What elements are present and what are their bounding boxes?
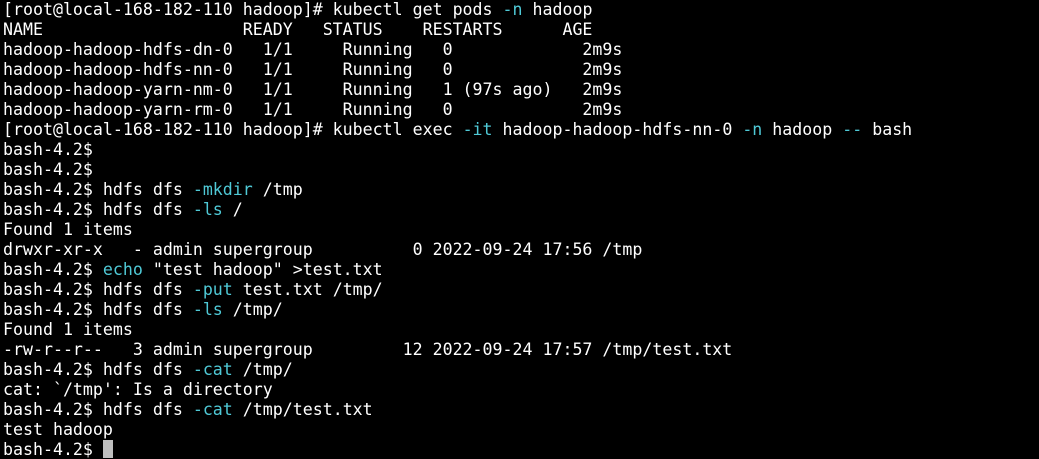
command-flag: -- [842, 120, 863, 139]
terminal-line: bash-4.2$ hdfs dfs -mkdir /tmp [3, 180, 1039, 200]
terminal-text: Found 1 items [3, 320, 133, 339]
terminal-text: hadoop-hadoop-yarn-rm-0 1/1 Running 0 2m… [3, 100, 623, 119]
terminal-text: bash-4.2$ [3, 440, 103, 459]
terminal-line: bash-4.2$ [3, 140, 1039, 160]
terminal-text: hadoop [522, 0, 593, 19]
command-flag: -n [502, 0, 523, 19]
terminal-line: bash-4.2$ [3, 160, 1039, 180]
terminal-line: Found 1 items [3, 320, 1039, 340]
terminal-line: bash-4.2$ hdfs dfs -put test.txt /tmp/ [3, 280, 1039, 300]
terminal-text: bash [862, 120, 913, 139]
terminal-text: /tmp/ [232, 360, 293, 379]
terminal-line: bash-4.2$ hdfs dfs -cat /tmp/ [3, 360, 1039, 380]
terminal-line: cat: `/tmp': Is a directory [3, 380, 1039, 400]
terminal-text: NAME READY STATUS RESTARTS AGE [3, 20, 593, 39]
terminal-text: bash-4.2$ hdfs dfs [3, 360, 193, 379]
command-flag: -ls [192, 200, 223, 219]
terminal-line: NAME READY STATUS RESTARTS AGE [3, 20, 1039, 40]
terminal-line: bash-4.2$ hdfs dfs -ls /tmp/ [3, 300, 1039, 320]
terminal-text: [root@local-168-182-110 hadoop]# kubectl… [3, 0, 503, 19]
terminal-text: bash-4.2$ hdfs dfs [3, 400, 193, 419]
terminal-text: bash-4.2$ hdfs dfs [3, 200, 193, 219]
terminal-text: bash-4.2$ [3, 140, 93, 159]
terminal-cursor[interactable] [102, 440, 113, 458]
terminal-line: -rw-r--r-- 3 admin supergroup 12 2022-09… [3, 340, 1039, 360]
terminal-text: -rw-r--r-- 3 admin supergroup 12 2022-09… [3, 340, 733, 359]
terminal-window[interactable]: [root@local-168-182-110 hadoop]# kubectl… [0, 0, 1039, 459]
terminal-text: hadoop-hadoop-hdfs-nn-0 1/1 Running 0 2m… [3, 60, 623, 79]
terminal-line: hadoop-hadoop-yarn-rm-0 1/1 Running 0 2m… [3, 100, 1039, 120]
terminal-text: hadoop-hadoop-yarn-nm-0 1/1 Running 1 (9… [3, 80, 623, 99]
terminal-text: Found 1 items [3, 220, 133, 239]
terminal-text: bash-4.2$ hdfs dfs [3, 280, 193, 299]
terminal-line: hadoop-hadoop-yarn-nm-0 1/1 Running 1 (9… [3, 80, 1039, 100]
terminal-line: hadoop-hadoop-hdfs-dn-0 1/1 Running 0 2m… [3, 40, 1039, 60]
terminal-text: /tmp [252, 180, 303, 199]
terminal-text: test hadoop [3, 420, 113, 439]
terminal-line: bash-4.2$ [3, 440, 1039, 459]
terminal-line: bash-4.2$ echo "test hadoop" >test.txt [3, 260, 1039, 280]
command-flag: -put [192, 280, 233, 299]
terminal-line: [root@local-168-182-110 hadoop]# kubectl… [3, 120, 1039, 140]
terminal-text: bash-4.2$ [3, 260, 103, 279]
command-flag: -cat [192, 400, 233, 419]
terminal-line: Found 1 items [3, 220, 1039, 240]
terminal-text: cat: `/tmp': Is a directory [3, 380, 273, 399]
terminal-text: test.txt /tmp/ [232, 280, 383, 299]
terminal-line: drwxr-xr-x - admin supergroup 0 2022-09-… [3, 240, 1039, 260]
terminal-text: hadoop-hadoop-hdfs-dn-0 1/1 Running 0 2m… [3, 40, 623, 59]
command-flag: -cat [192, 360, 233, 379]
terminal-line: bash-4.2$ hdfs dfs -cat /tmp/test.txt [3, 400, 1039, 420]
terminal-text: bash-4.2$ hdfs dfs [3, 300, 193, 319]
terminal-line: bash-4.2$ hdfs dfs -ls / [3, 200, 1039, 220]
command-flag: -n [742, 120, 763, 139]
terminal-line: hadoop-hadoop-hdfs-nn-0 1/1 Running 0 2m… [3, 60, 1039, 80]
command-flag: -ls [192, 300, 223, 319]
terminal-text: / [222, 200, 243, 219]
terminal-text: hadoop-hadoop-hdfs-nn-0 [492, 120, 743, 139]
terminal-text: drwxr-xr-x - admin supergroup 0 2022-09-… [3, 240, 643, 259]
terminal-text: bash-4.2$ hdfs dfs [3, 180, 193, 199]
terminal-line: [root@local-168-182-110 hadoop]# kubectl… [3, 0, 1039, 20]
terminal-text: hadoop [762, 120, 843, 139]
terminal-text: [root@local-168-182-110 hadoop]# kubectl… [3, 120, 463, 139]
terminal-line: test hadoop [3, 420, 1039, 440]
terminal-text: /tmp/ [222, 300, 283, 319]
terminal-text: "test hadoop" >test.txt [142, 260, 383, 279]
terminal-text: bash-4.2$ [3, 160, 93, 179]
command-flag: -mkdir [192, 180, 253, 199]
command-flag: echo [102, 260, 143, 279]
terminal-text: /tmp/test.txt [232, 400, 373, 419]
command-flag: -it [462, 120, 493, 139]
